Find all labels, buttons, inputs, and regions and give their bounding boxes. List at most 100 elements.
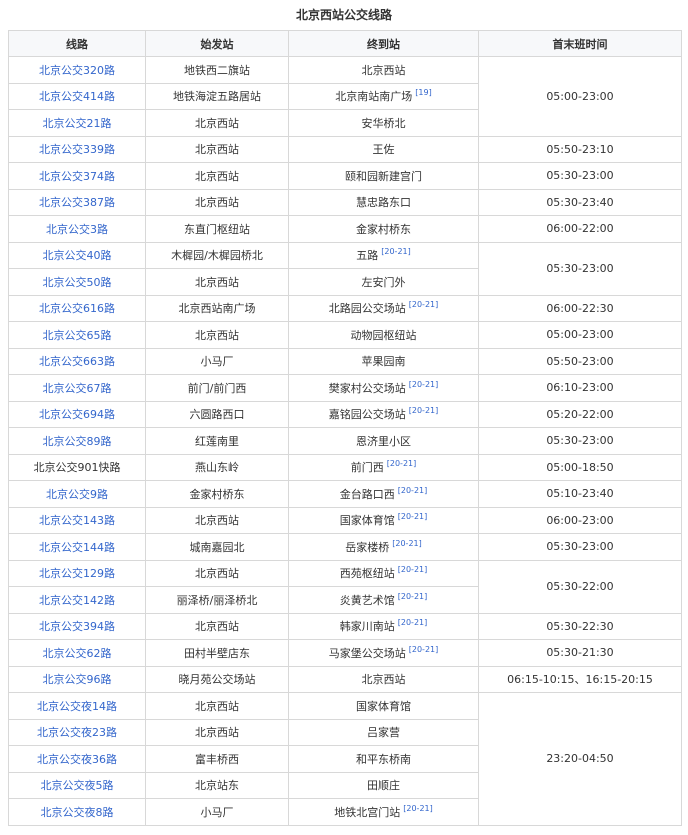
line-link[interactable]: 北京公交89路	[43, 435, 112, 448]
end-station-cell: 国家体育馆	[288, 692, 479, 720]
citation-link[interactable]: [20-21]	[398, 592, 428, 601]
page-title: 北京西站公交线路	[295, 8, 392, 22]
start-station-cell: 北京站东	[145, 771, 289, 799]
end-station-name: 颐和园新建宫门	[345, 169, 422, 183]
line-link[interactable]: 北京公交3路	[46, 223, 108, 236]
end-station-name: 北路园公交场站	[328, 302, 406, 316]
start-station-cell: 北京西站南广场	[145, 294, 289, 322]
line-link[interactable]: 北京公交40路	[43, 249, 112, 262]
line-link[interactable]: 北京公交9路	[46, 488, 108, 501]
citation-link[interactable]: [20-21]	[398, 565, 428, 574]
table-row: 北京公交62路 田村半壁店东 马家堡公交场站 [20-21] 05:30-21:30	[8, 639, 682, 667]
start-station-cell: 小马厂	[145, 798, 289, 826]
citation-link[interactable]: [20-21]	[387, 459, 417, 468]
line-link[interactable]: 北京公交663路	[39, 355, 115, 368]
service-time-cell: 06:00-22:30	[478, 294, 682, 322]
line-link[interactable]: 北京公交142路	[39, 594, 115, 607]
line-cell: 北京公交339路	[8, 135, 146, 163]
end-station-cell: 金台路口西 [20-21]	[288, 480, 479, 508]
line-link[interactable]: 北京公交67路	[43, 382, 112, 395]
service-time-cell: 05:30-22:30	[478, 612, 682, 640]
line-link[interactable]: 北京公交394路	[39, 620, 115, 633]
line-link[interactable]: 北京公交320路	[39, 64, 115, 77]
line-link[interactable]: 北京公交50路	[43, 276, 112, 289]
line-link[interactable]: 北京公交387路	[39, 196, 115, 209]
line-link[interactable]: 北京公交144路	[39, 541, 115, 554]
service-time-cell: 06:15-10:15、16:15-20:15	[478, 665, 682, 693]
line-link[interactable]: 北京公交374路	[39, 170, 115, 183]
service-time-cell: 05:30-23:40	[478, 188, 682, 216]
citation-link[interactable]: [20-21]	[392, 539, 422, 548]
line-link[interactable]: 北京公交414路	[39, 90, 115, 103]
end-station-cell: 恩济里小区	[288, 427, 479, 455]
line-link[interactable]: 北京公交62路	[43, 647, 112, 660]
table-row: 北京公交616路 北京西站南广场 北路园公交场站 [20-21] 06:00-22:30	[8, 294, 682, 322]
line-link[interactable]: 北京公交694路	[39, 408, 115, 421]
line-link[interactable]: 北京公交143路	[39, 514, 115, 527]
table-row: 北京公交144路 城南嘉园北 岳家楼桥 [20-21] 05:30-23:00	[8, 533, 682, 561]
citation-link[interactable]: [20-21]	[398, 618, 428, 627]
line-link[interactable]: 北京公交21路	[43, 117, 112, 130]
start-station-cell: 北京西站	[145, 135, 289, 163]
start-station-cell: 地铁海淀五路居站	[145, 82, 289, 110]
line-link[interactable]: 北京公交夜14路	[37, 700, 117, 713]
line-cell: 北京公交394路	[8, 612, 146, 640]
end-station-name: 马家堡公交场站	[328, 646, 406, 660]
citation-link[interactable]: [20-21]	[398, 512, 428, 521]
start-station-cell: 金家村桥东	[145, 480, 289, 508]
header-start-station: 始发站	[145, 30, 289, 57]
start-station-cell: 富丰桥西	[145, 745, 289, 773]
header-service-time: 首末班时间	[478, 30, 682, 57]
citation-link[interactable]: [20-21]	[398, 486, 428, 495]
end-station-cell: 马家堡公交场站 [20-21]	[288, 639, 479, 667]
start-station-cell: 六圆路西口	[145, 400, 289, 428]
line-link[interactable]: 北京公交夜36路	[37, 753, 117, 766]
table-row: 北京公交67路 前门/前门西 樊家村公交场站 [20-21] 06:10-23:00	[8, 374, 682, 402]
end-station-cell: 韩家川南站 [20-21]	[288, 612, 479, 640]
line-link[interactable]: 北京公交129路	[39, 567, 115, 580]
citation-link[interactable]: [20-21]	[381, 247, 411, 256]
line-link[interactable]: 北京公交夜8路	[41, 806, 114, 819]
start-station-cell: 北京西站	[145, 321, 289, 349]
end-station-name: 动物园枢纽站	[350, 328, 417, 342]
line-link[interactable]: 北京公交65路	[43, 329, 112, 342]
start-station-cell: 小马厂	[145, 347, 289, 375]
table-row: 北京公交339路 北京西站 王佐 05:50-23:10	[8, 135, 682, 163]
line-link[interactable]: 北京公交339路	[39, 143, 115, 156]
end-station-name: 北京西站	[361, 63, 406, 77]
line-link[interactable]: 北京公交夜23路	[37, 726, 117, 739]
citation-link[interactable]: [20-21]	[409, 300, 439, 309]
header-line: 线路	[8, 30, 146, 57]
line-link[interactable]: 北京公交616路	[39, 302, 115, 315]
start-station-cell: 北京西站	[145, 109, 289, 137]
citation-link[interactable]: [20-21]	[409, 380, 439, 389]
line-link[interactable]: 北京公交夜5路	[41, 779, 114, 792]
line-cell: 北京公交374路	[8, 162, 146, 190]
citation-link[interactable]: [20-21]	[409, 645, 439, 654]
line-cell: 北京公交89路	[8, 427, 146, 455]
end-station-cell: 国家体育馆 [20-21]	[288, 506, 479, 534]
citation-link[interactable]: [20-21]	[409, 406, 439, 415]
citation-link[interactable]: [19]	[415, 88, 431, 97]
end-station-cell: 左安门外	[288, 268, 479, 296]
end-station-cell: 樊家村公交场站 [20-21]	[288, 374, 479, 402]
citation-link[interactable]: [20-21]	[403, 804, 433, 813]
line-cell: 北京公交694路	[8, 400, 146, 428]
start-station-cell: 前门/前门西	[145, 374, 289, 402]
line-cell: 北京公交144路	[8, 533, 146, 561]
end-station-name: 北京西站	[361, 673, 406, 687]
end-station-name: 地铁北宫门站	[334, 805, 401, 819]
table-row: 北京公交901快路 燕山东岭 前门西 [20-21] 05:00-18:50	[8, 453, 682, 481]
service-time-cell: 06:00-23:00	[478, 506, 682, 534]
line-cell: 北京公交40路	[8, 241, 146, 269]
end-station-name: 前门西	[350, 461, 384, 475]
end-station-cell: 和平东桥南	[288, 745, 479, 773]
line-cell: 北京公交901快路	[8, 453, 146, 481]
end-station-name: 北京南站南广场	[335, 90, 413, 104]
end-station-name: 金家村桥东	[356, 222, 411, 236]
line-link[interactable]: 北京公交96路	[43, 673, 112, 686]
start-station-cell: 丽泽桥/丽泽桥北	[145, 586, 289, 614]
line-cell: 北京公交96路	[8, 665, 146, 693]
table-row: 北京公交663路 小马厂 苹果园南 05:50-23:00	[8, 347, 682, 375]
end-station-cell: 吕家营	[288, 718, 479, 746]
